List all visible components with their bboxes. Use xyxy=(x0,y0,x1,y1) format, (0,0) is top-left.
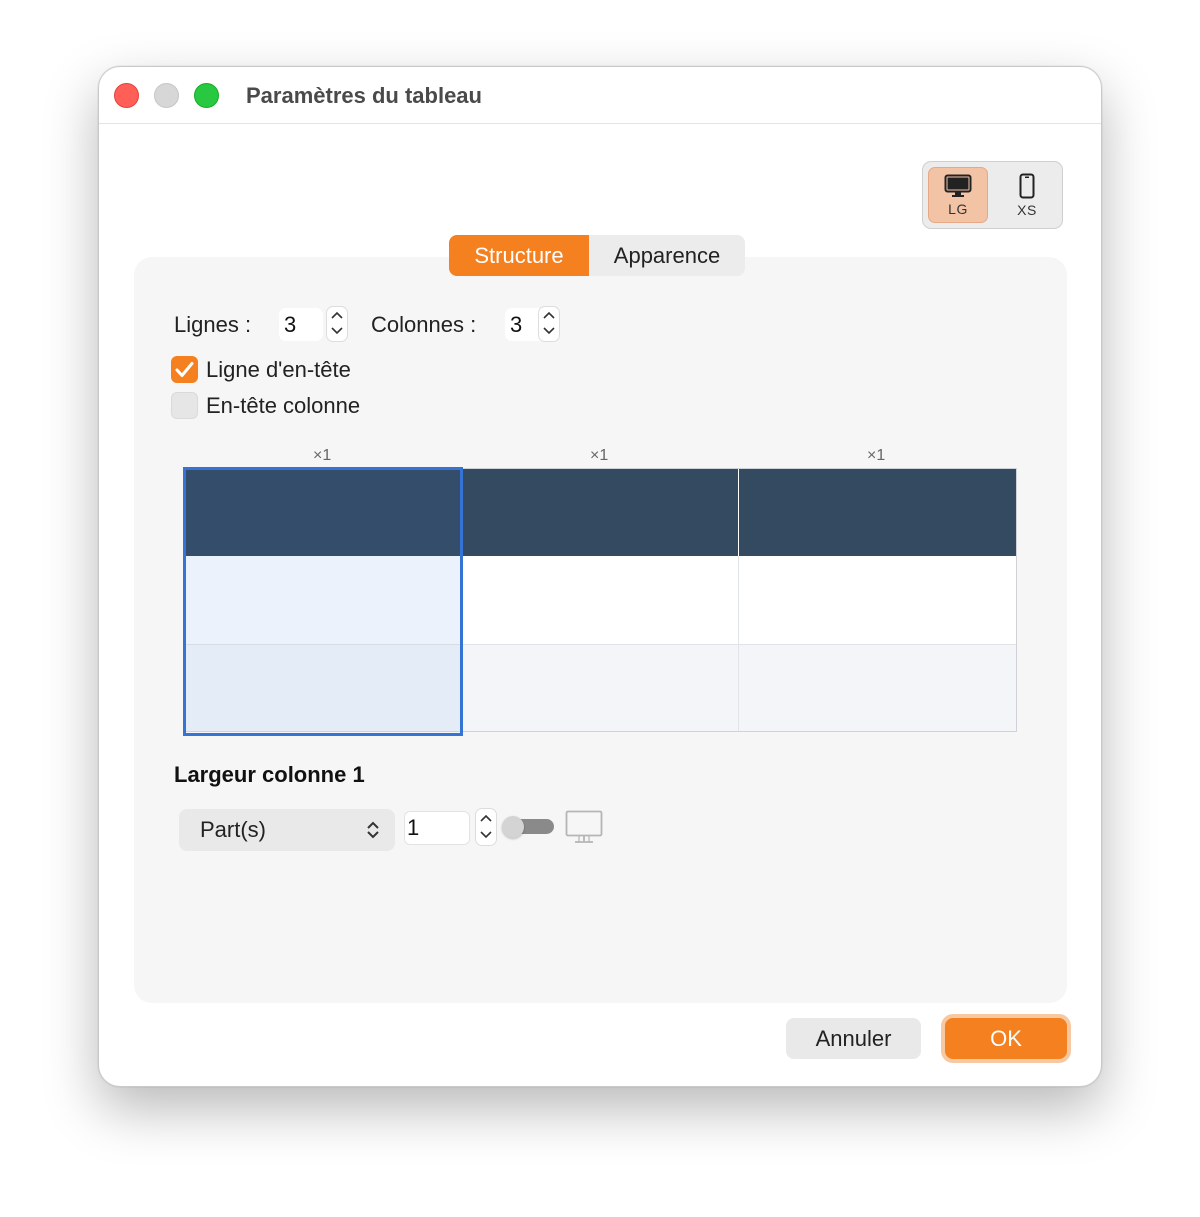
header-row-label: Ligne d'en-tête xyxy=(206,357,351,382)
zoom-button[interactable] xyxy=(194,83,219,108)
close-button[interactable] xyxy=(114,83,139,108)
device-lg-button[interactable]: LG xyxy=(928,167,988,223)
chevron-down-icon xyxy=(480,831,492,839)
col-3-multiplier[interactable]: ×1 xyxy=(867,447,885,465)
cancel-button[interactable]: Annuler xyxy=(786,1018,921,1059)
tab-structure[interactable]: Structure xyxy=(449,235,589,276)
minimize-button[interactable] xyxy=(154,83,179,108)
rows-input[interactable]: 3 xyxy=(279,308,323,341)
phone-icon xyxy=(1019,173,1035,198)
window-title: Paramètres du tableau xyxy=(246,83,482,108)
rows-label: Lignes : xyxy=(174,312,252,337)
device-xs-label: XS xyxy=(1017,201,1037,218)
title-bar: Paramètres du tableau xyxy=(99,67,1101,124)
table-cell[interactable] xyxy=(461,556,738,644)
desktop-icon xyxy=(944,174,972,197)
ok-button[interactable]: OK xyxy=(945,1018,1067,1059)
cols-stepper[interactable] xyxy=(539,307,559,341)
table-cell[interactable] xyxy=(738,644,1016,731)
table-cell[interactable] xyxy=(461,644,738,731)
rows-stepper[interactable] xyxy=(327,307,347,341)
responsive-toggle[interactable] xyxy=(502,816,554,838)
desktop-icon xyxy=(565,810,603,843)
device-lg-label: LG xyxy=(948,200,968,217)
width-value-input[interactable]: 1 xyxy=(404,811,470,845)
tab-apparence[interactable]: Apparence xyxy=(589,235,745,276)
width-stepper[interactable] xyxy=(476,809,496,845)
table-settings-window: Paramètres du tableau LG XS Structure Ap… xyxy=(98,66,1102,1087)
tab-bar: Structure Apparence xyxy=(449,235,745,276)
cols-label: Colonnes : xyxy=(371,312,477,337)
header-col-label: En-tête colonne xyxy=(206,393,361,418)
updown-chevron-icon xyxy=(367,821,379,839)
chevron-up-icon xyxy=(331,311,343,319)
width-unit-select[interactable]: Part(s) xyxy=(179,809,395,851)
toggle-knob xyxy=(502,816,524,838)
chevron-down-icon xyxy=(331,327,343,335)
width-unit-value: Part(s) xyxy=(200,817,266,842)
table-cell-header-3[interactable] xyxy=(738,469,1016,556)
chevron-down-icon xyxy=(543,327,555,335)
device-xs-button[interactable]: XS xyxy=(997,167,1057,223)
header-col-checkbox[interactable] xyxy=(171,392,198,419)
column-width-title: Largeur colonne 1 xyxy=(174,762,365,787)
table-cell-header-2[interactable] xyxy=(461,469,738,556)
checkmark-icon xyxy=(175,362,194,377)
chevron-up-icon xyxy=(480,814,492,822)
device-size-toggle: LG XS xyxy=(922,161,1063,229)
chevron-up-icon xyxy=(543,311,555,319)
header-row-checkbox[interactable] xyxy=(171,356,198,383)
col-1-multiplier[interactable]: ×1 xyxy=(313,447,331,465)
selected-column-outline xyxy=(183,467,463,736)
table-cell[interactable] xyxy=(738,556,1016,644)
col-2-multiplier[interactable]: ×1 xyxy=(590,447,608,465)
